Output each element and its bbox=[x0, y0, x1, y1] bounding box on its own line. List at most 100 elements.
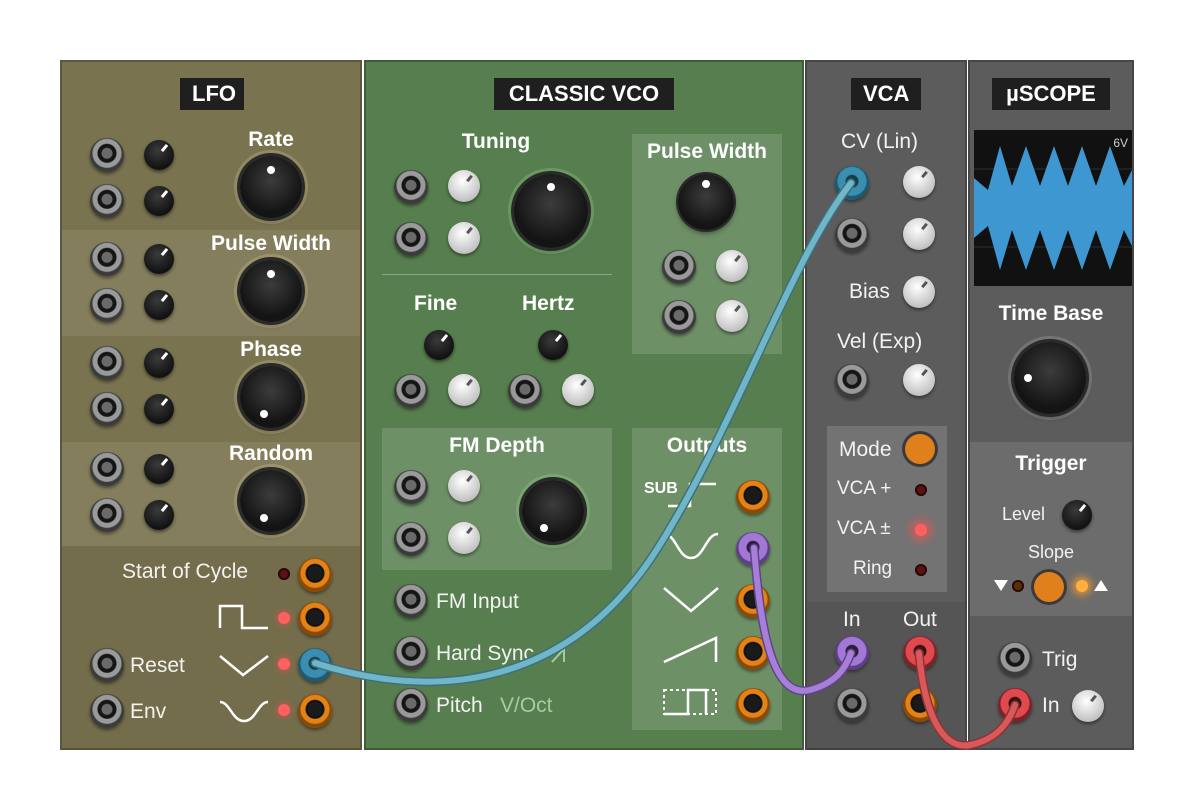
cv-lin2-input-jack[interactable] bbox=[835, 218, 869, 252]
fm-depth-attenuator-knob[interactable] bbox=[448, 470, 480, 502]
start-of-cycle-led bbox=[278, 568, 290, 580]
fm-input-jack[interactable] bbox=[394, 584, 428, 618]
pw-attenuator2-knob[interactable] bbox=[144, 290, 174, 320]
cv-lin-input-jack[interactable] bbox=[835, 166, 869, 200]
rate-knob[interactable] bbox=[240, 156, 302, 218]
pw-cv-jack[interactable] bbox=[90, 242, 124, 276]
tuning-cv2-jack[interactable] bbox=[394, 222, 428, 256]
bias-knob[interactable] bbox=[903, 276, 935, 308]
random-attenuator2-knob[interactable] bbox=[144, 500, 174, 530]
vco-pulse-width-knob[interactable] bbox=[678, 174, 734, 230]
sine-output-jack[interactable] bbox=[736, 532, 770, 566]
vca-pm-led bbox=[915, 524, 927, 536]
slope-up-led bbox=[1076, 580, 1088, 592]
fm-depth-cv-jack[interactable] bbox=[394, 470, 428, 504]
hard-sync-label: Hard Sync bbox=[436, 642, 535, 665]
pw-attenuator-knob[interactable] bbox=[716, 250, 748, 282]
tuning-attenuator-knob[interactable] bbox=[448, 170, 480, 202]
reset-input-jack[interactable] bbox=[90, 648, 124, 682]
hertz-attenuator-knob[interactable] bbox=[562, 374, 594, 406]
rate-cv2-jack[interactable] bbox=[90, 184, 124, 218]
saw-output-jack[interactable] bbox=[736, 636, 770, 670]
sine-output-jack[interactable] bbox=[298, 694, 332, 728]
phase-cv2-jack[interactable] bbox=[90, 392, 124, 426]
vca-pm-label: VCA ± bbox=[837, 518, 891, 539]
lfo-pulse-width-knob[interactable] bbox=[240, 260, 302, 322]
random-attenuator-knob[interactable] bbox=[144, 454, 174, 484]
slope-button[interactable] bbox=[1034, 572, 1064, 602]
triangle-led bbox=[278, 658, 290, 670]
pw-cv2-jack[interactable] bbox=[662, 300, 696, 334]
square-output-jack[interactable] bbox=[298, 602, 332, 636]
pw-cv-jack[interactable] bbox=[662, 250, 696, 284]
tuning-attenuator2-knob[interactable] bbox=[448, 222, 480, 254]
pw-attenuator-knob[interactable] bbox=[144, 244, 174, 274]
hertz-knob[interactable] bbox=[538, 330, 568, 360]
cv-lin-knob[interactable] bbox=[903, 166, 935, 198]
fm-depth-knob[interactable] bbox=[522, 480, 584, 542]
fine-cv-jack[interactable] bbox=[394, 374, 428, 408]
fine-label: Fine bbox=[414, 292, 458, 315]
tuning-label: Tuning bbox=[461, 130, 531, 153]
random-cv2-jack[interactable] bbox=[90, 498, 124, 532]
random-knob[interactable] bbox=[240, 470, 302, 532]
sub-square-wave-icon bbox=[668, 482, 716, 508]
phase-attenuator-knob[interactable] bbox=[144, 348, 174, 378]
triangle-output-jack[interactable] bbox=[298, 648, 332, 682]
pw-attenuator2-knob[interactable] bbox=[716, 300, 748, 332]
hard-sync-jack[interactable] bbox=[394, 636, 428, 670]
hertz-cv-jack[interactable] bbox=[508, 374, 542, 408]
rate-attenuator2-knob[interactable] bbox=[144, 186, 174, 216]
vca-out2-jack[interactable] bbox=[903, 688, 937, 722]
env-label: Env bbox=[130, 700, 167, 723]
start-of-cycle-output-jack[interactable] bbox=[298, 558, 332, 592]
random-cv-jack[interactable] bbox=[90, 452, 124, 486]
vca-module: VCA CV (Lin) Bias Vel (Exp) Mode VCA + V… bbox=[805, 60, 967, 750]
vca-in2-jack[interactable] bbox=[835, 688, 869, 722]
triangle-output-jack[interactable] bbox=[736, 584, 770, 618]
trigger-label: Trigger bbox=[1015, 452, 1087, 475]
cv-lin2-knob[interactable] bbox=[903, 218, 935, 250]
vca-in-jack[interactable] bbox=[835, 636, 869, 670]
trig-label: Trig bbox=[1042, 648, 1078, 671]
outputs-label: Outputs bbox=[666, 434, 748, 457]
slope-up-icon bbox=[1094, 580, 1108, 591]
fm-depth-label: FM Depth bbox=[449, 434, 545, 457]
scope-in-label: In bbox=[1042, 694, 1060, 717]
vco-title: CLASSIC VCO bbox=[494, 78, 674, 110]
phase-cv-jack[interactable] bbox=[90, 346, 124, 380]
fine-attenuator-knob[interactable] bbox=[448, 374, 480, 406]
time-base-label: Time Base bbox=[998, 302, 1104, 325]
classic-vco-module: CLASSIC VCO Tuning Pulse Width Fine Hert… bbox=[364, 60, 804, 750]
vca-title: VCA bbox=[851, 78, 921, 110]
fm-depth-cv2-jack[interactable] bbox=[394, 522, 428, 556]
pw-cv2-jack[interactable] bbox=[90, 288, 124, 322]
scope-in-jack[interactable] bbox=[998, 688, 1032, 722]
triangle-output-icon bbox=[663, 587, 719, 613]
pitch-jack[interactable] bbox=[394, 688, 428, 722]
vel-exp-knob[interactable] bbox=[903, 364, 935, 396]
pulse-output-jack[interactable] bbox=[736, 688, 770, 722]
vca-out-jack[interactable] bbox=[903, 636, 937, 670]
fm-depth-attenuator2-knob[interactable] bbox=[448, 522, 480, 554]
tuning-knob[interactable] bbox=[514, 174, 588, 248]
scope-in-gain-knob[interactable] bbox=[1072, 690, 1104, 722]
phase-attenuator2-knob[interactable] bbox=[144, 394, 174, 424]
rate-attenuator-knob[interactable] bbox=[144, 140, 174, 170]
ring-label: Ring bbox=[853, 558, 893, 579]
cv-lin-label: CV (Lin) bbox=[841, 130, 919, 153]
level-knob[interactable] bbox=[1062, 500, 1092, 530]
tuning-cv-jack[interactable] bbox=[394, 170, 428, 204]
vca-io-area bbox=[807, 602, 965, 750]
trig-input-jack[interactable] bbox=[998, 642, 1032, 676]
sub-output-jack[interactable] bbox=[736, 480, 770, 514]
rate-cv-jack[interactable] bbox=[90, 138, 124, 172]
mode-button[interactable] bbox=[905, 434, 935, 464]
triangle-wave-icon bbox=[219, 655, 269, 677]
vel-exp-input-jack[interactable] bbox=[835, 364, 869, 398]
phase-knob[interactable] bbox=[240, 366, 302, 428]
pulse-width-section bbox=[632, 134, 782, 354]
fine-knob[interactable] bbox=[424, 330, 454, 360]
time-base-knob[interactable] bbox=[1014, 342, 1086, 414]
env-input-jack[interactable] bbox=[90, 694, 124, 728]
